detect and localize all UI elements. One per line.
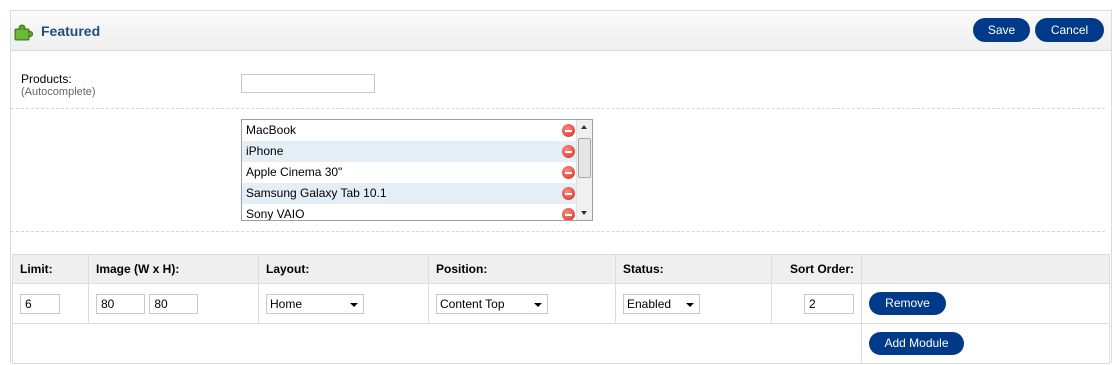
divider xyxy=(11,231,1105,232)
table-footer-row: Add Module xyxy=(12,323,1110,364)
header-limit: Limit: xyxy=(12,254,89,284)
cell-status: Enabled xyxy=(615,283,772,324)
scroll-thumb[interactable] xyxy=(578,138,591,178)
divider xyxy=(11,108,1105,109)
table-row: 6 80 80 Home Content Top Enabled 2 Remov… xyxy=(12,283,1110,324)
puzzle-icon xyxy=(13,22,34,42)
scrollbar[interactable] xyxy=(576,120,592,220)
product-name: Apple Cinema 30" xyxy=(246,165,343,179)
list-item: Apple Cinema 30" xyxy=(242,162,578,183)
header-layout: Layout: xyxy=(258,254,429,284)
header-image: Image (W x H): xyxy=(88,254,259,284)
footer-spacer xyxy=(12,323,862,364)
image-width-input[interactable]: 80 xyxy=(96,293,145,314)
list-item: MacBook xyxy=(242,120,578,141)
products-autocomplete-input[interactable] xyxy=(241,74,375,93)
page-title: Featured xyxy=(41,23,101,39)
remove-icon[interactable] xyxy=(562,166,575,179)
products-label-group: Products: (Autocomplete) xyxy=(21,72,96,98)
add-module-button[interactable]: Add Module xyxy=(869,332,964,355)
product-name: Samsung Galaxy Tab 10.1 xyxy=(246,186,387,200)
scroll-down-icon[interactable] xyxy=(581,211,587,215)
chevron-down-icon xyxy=(686,302,694,307)
cell-position: Content Top xyxy=(428,283,616,324)
chevron-down-icon xyxy=(350,302,358,307)
cell-layout: Home xyxy=(258,283,429,324)
image-height-input[interactable]: 80 xyxy=(149,293,199,314)
table-header-row: Limit: Image (W x H): Layout: Position: … xyxy=(12,254,1110,284)
position-select-value: Content Top xyxy=(440,296,505,311)
products-label: Products: xyxy=(21,72,72,86)
list-item: iPhone xyxy=(242,141,578,162)
save-button[interactable]: Save xyxy=(973,18,1030,42)
limit-input[interactable]: 6 xyxy=(20,293,60,314)
list-item: Samsung Galaxy Tab 10.1 xyxy=(242,183,578,204)
remove-icon[interactable] xyxy=(562,145,575,158)
sort-order-input[interactable]: 2 xyxy=(804,293,854,314)
featured-module-box: Featured Save Cancel Products: (Autocomp… xyxy=(10,10,1112,364)
scroll-up-icon[interactable] xyxy=(581,125,587,129)
status-select[interactable]: Enabled xyxy=(623,293,700,314)
heading-bar: Featured Save Cancel xyxy=(11,11,1111,51)
status-select-value: Enabled xyxy=(627,296,672,311)
products-sublabel: (Autocomplete) xyxy=(21,86,96,98)
header-position: Position: xyxy=(428,254,616,284)
remove-module-button[interactable]: Remove xyxy=(869,292,946,315)
position-select[interactable]: Content Top xyxy=(436,293,548,314)
module-table: Limit: Image (W x H): Layout: Position: … xyxy=(12,254,1110,364)
chevron-down-icon xyxy=(534,302,542,307)
list-item: Sony VAIO xyxy=(242,204,578,221)
cell-image: 80 80 xyxy=(88,283,259,324)
remove-icon[interactable] xyxy=(562,187,575,200)
cancel-button[interactable]: Cancel xyxy=(1035,18,1104,42)
header-action xyxy=(861,254,1110,284)
remove-icon[interactable] xyxy=(562,208,575,220)
product-name: Sony VAIO xyxy=(246,207,305,221)
product-name: iPhone xyxy=(246,144,284,158)
header-status: Status: xyxy=(615,254,772,284)
cell-sort-order: 2 xyxy=(771,283,862,324)
cell-remove: Remove xyxy=(861,283,1110,324)
layout-select[interactable]: Home xyxy=(266,293,364,314)
product-name: MacBook xyxy=(246,123,297,137)
layout-select-value: Home xyxy=(270,296,303,311)
cell-limit: 6 xyxy=(12,283,89,324)
header-sort-order: Sort Order: xyxy=(771,254,862,284)
featured-products-list[interactable]: MacBook iPhone Apple Cinema 30" Samsung … xyxy=(241,119,593,221)
remove-icon[interactable] xyxy=(562,124,575,137)
cell-add-module: Add Module xyxy=(861,323,1110,364)
